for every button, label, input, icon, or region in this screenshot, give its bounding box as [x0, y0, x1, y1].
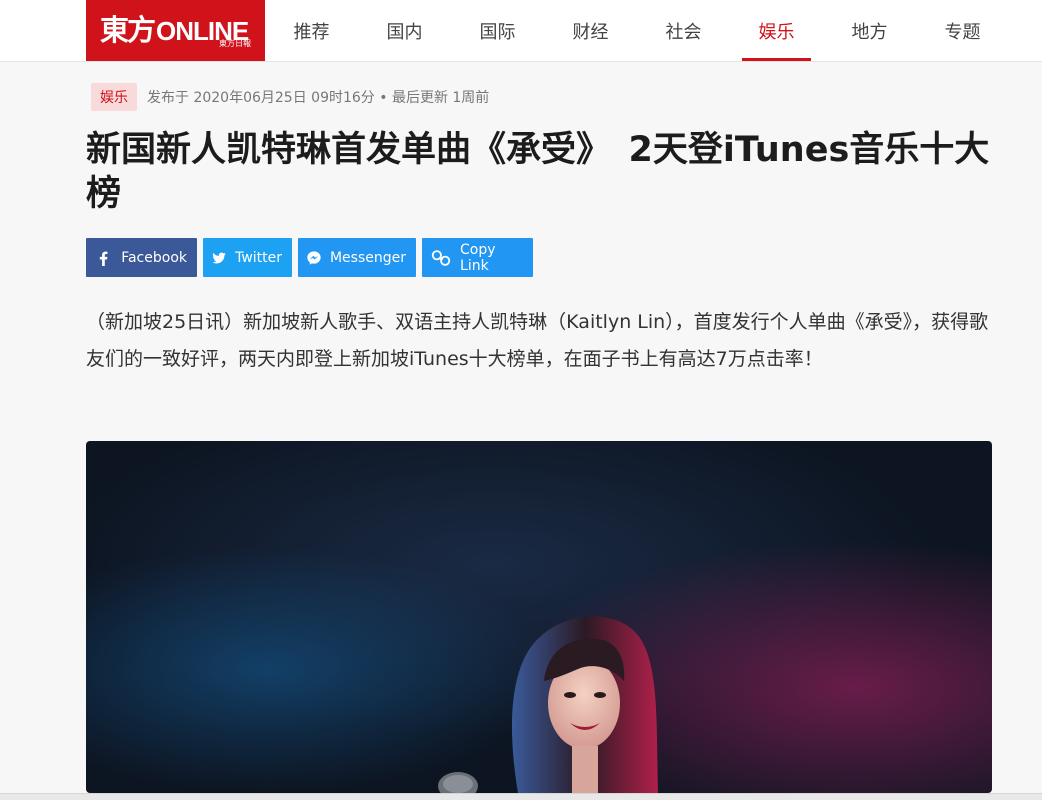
- logo-mark: 東方: [100, 13, 156, 47]
- nav-item-entertainment[interactable]: 娱乐: [730, 0, 823, 61]
- window-bottom-edge: [0, 793, 1042, 800]
- top-navbar: 東方 ONLINE 東方日報 推荐 国内 国际 财经 社会 娱乐 地方 专题 评: [0, 0, 1042, 62]
- nav-item-recommend[interactable]: 推荐: [265, 0, 358, 61]
- article-hero-image: [86, 441, 992, 793]
- article-title: 新国新人凯特琳首发单曲《承受》 2天登iTunes音乐十大榜: [86, 130, 990, 214]
- share-bar: Facebook Twitter Messenger Copy Link: [86, 238, 533, 277]
- article-lead: （新加坡25日讯）新加坡新人歌手、双语主持人凯特琳（Kaitlyn Lin），首…: [86, 311, 989, 370]
- publish-info: 发布于 2020年06月25日 09时16分 • 最后更新 1周前: [147, 89, 490, 106]
- nav-item-opinion[interactable]: 评: [1009, 0, 1042, 61]
- link-icon: [431, 249, 451, 266]
- share-messenger-button[interactable]: Messenger: [298, 238, 416, 277]
- copy-link-button[interactable]: Copy Link: [422, 238, 533, 277]
- share-twitter-button[interactable]: Twitter: [203, 238, 292, 277]
- nav-item-domestic[interactable]: 国内: [358, 0, 451, 61]
- twitter-label: Twitter: [235, 249, 282, 266]
- singer-photo: [438, 616, 658, 793]
- category-badge[interactable]: 娱乐: [91, 82, 137, 111]
- nav-item-finance[interactable]: 财经: [544, 0, 637, 61]
- facebook-label: Facebook: [121, 249, 187, 266]
- share-facebook-button[interactable]: Facebook: [86, 238, 197, 277]
- nav-item-society[interactable]: 社会: [637, 0, 730, 61]
- messenger-label: Messenger: [329, 249, 406, 266]
- copy-link-label: Copy Link: [460, 241, 496, 274]
- logo-subtitle: 東方日報: [219, 39, 251, 48]
- nav-item-local[interactable]: 地方: [823, 0, 916, 61]
- facebook-icon: [99, 251, 108, 266]
- nav-item-special[interactable]: 专题: [916, 0, 1009, 61]
- nav-item-international[interactable]: 国际: [451, 0, 544, 61]
- site-logo[interactable]: 東方 ONLINE 東方日報: [86, 0, 265, 61]
- messenger-icon: [307, 250, 321, 265]
- twitter-icon: [212, 252, 226, 263]
- main-nav: 推荐 国内 国际 财经 社会 娱乐 地方 专题 评: [265, 0, 1042, 61]
- article-meta: 娱乐 发布于 2020年06月25日 09时16分 • 最后更新 1周前: [91, 82, 490, 111]
